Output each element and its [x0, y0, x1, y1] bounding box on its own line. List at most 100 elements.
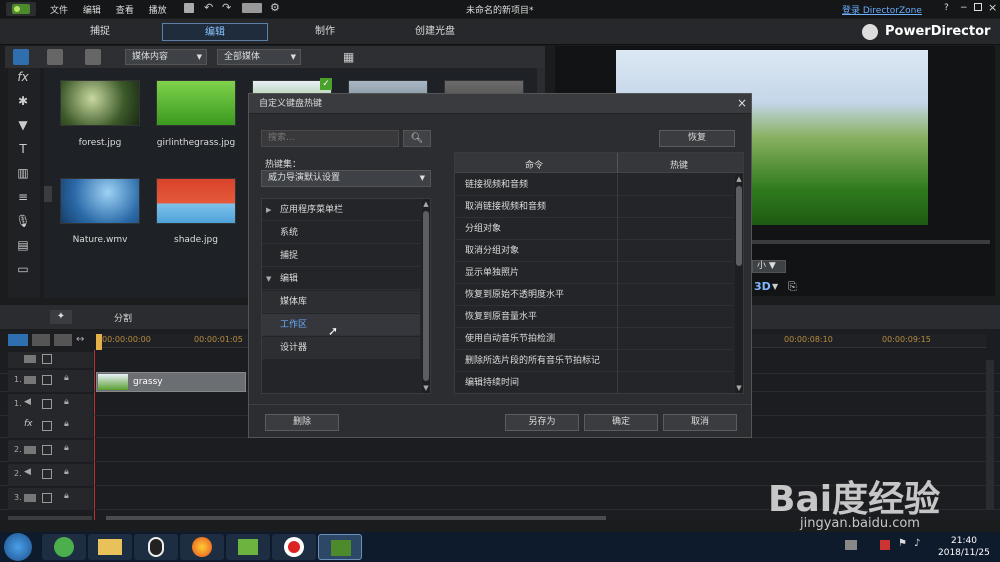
hotkey-cell[interactable] [617, 218, 618, 240]
command-row[interactable]: 取消链接视频和音频 [455, 196, 733, 218]
category-item-selected[interactable]: 工作区 [262, 314, 420, 336]
collapse-handle[interactable] [44, 186, 52, 202]
taskbar-app-360-icon[interactable] [42, 534, 86, 560]
fx-icon[interactable]: fx [14, 70, 32, 86]
subtitle-icon[interactable]: ▭ [14, 262, 32, 278]
thumb-forest[interactable] [60, 80, 140, 126]
tab-create-disc[interactable]: 创建光盘 [395, 23, 475, 41]
hotkey-cell[interactable] [617, 350, 618, 372]
dialog-close-button[interactable]: × [737, 97, 747, 109]
close-button[interactable]: × [988, 1, 997, 14]
command-row[interactable]: 显示单独照片 [455, 262, 733, 284]
lock-icon[interactable]: 🔒︎ [64, 491, 69, 501]
category-item[interactable]: 系统 [262, 222, 420, 244]
thumb-shade[interactable] [156, 178, 236, 224]
category-scrollbar[interactable]: ▲ ▼ [422, 199, 430, 393]
split-button[interactable]: 分割 [114, 311, 132, 324]
thumb-nature[interactable] [60, 178, 140, 224]
command-row[interactable]: 恢复到原始不透明度水平 [455, 284, 733, 306]
search-icon[interactable]: 🔍︎ [403, 130, 431, 147]
3d-mode-button[interactable]: 3D [754, 280, 771, 293]
ok-button[interactable]: 确定 [584, 414, 658, 431]
scroll-up-icon[interactable]: ▲ [422, 200, 430, 208]
scroll-down-icon[interactable]: ▼ [422, 384, 430, 392]
hotkey-cell[interactable] [617, 328, 618, 350]
start-button[interactable] [4, 533, 32, 561]
taskbar-app-icon[interactable] [226, 534, 270, 560]
media-content-dropdown[interactable]: 媒体内容 [125, 49, 207, 65]
title-icon[interactable]: T [14, 142, 32, 158]
chapter-icon[interactable]: ▤ [14, 238, 32, 254]
command-row[interactable]: 恢复到原音量水平 [455, 306, 733, 328]
magic-tools-icon[interactable]: ✦ [50, 310, 72, 324]
scrollbar-thumb[interactable] [736, 186, 742, 266]
command-row[interactable]: 删除所选片段的所有音乐节拍标记 [455, 350, 733, 372]
hotkey-cell[interactable] [617, 372, 618, 394]
track-manager-icon[interactable] [54, 334, 72, 346]
restore-button[interactable]: 恢复 [659, 130, 735, 147]
track-checkbox[interactable] [42, 399, 52, 409]
scroll-down-icon[interactable]: ▼ [735, 384, 743, 392]
delete-button[interactable]: 删除 [265, 414, 339, 431]
playhead[interactable] [96, 334, 102, 350]
scrollbar-thumb[interactable] [423, 211, 429, 381]
taskbar-firefox-icon[interactable] [180, 534, 224, 560]
hotkey-cell[interactable] [617, 196, 618, 218]
grid-view-icon[interactable]: ▦ [343, 50, 354, 64]
undo-icon[interactable]: ↶ [204, 1, 213, 14]
pip-icon[interactable]: ▼ [14, 118, 32, 134]
col-command[interactable]: 命令 [525, 158, 543, 171]
track-checkbox[interactable] [42, 445, 52, 455]
tray-keyboard-icon[interactable] [845, 540, 857, 550]
hotkey-cell[interactable] [617, 262, 618, 284]
hotkey-set-dropdown[interactable]: 威力导演默认设置 ▼ [261, 170, 431, 187]
voice-over-icon[interactable]: 🎙 [14, 214, 32, 230]
category-item[interactable]: ▶ 应用程序菜单栏 [262, 199, 420, 221]
redo-icon[interactable]: ↷ [222, 1, 231, 14]
tray-security-icon[interactable] [880, 540, 890, 550]
timeline-clip[interactable]: grassy [96, 372, 246, 392]
save-icon[interactable] [184, 3, 194, 13]
lock-icon[interactable]: 🔒︎ [64, 419, 69, 429]
taskbar-explorer-icon[interactable] [88, 534, 132, 560]
tab-produce[interactable]: 制作 [285, 23, 365, 41]
snapshot-icon[interactable]: ⎘ [788, 280, 797, 294]
track-checkbox[interactable] [42, 469, 52, 479]
lock-icon[interactable]: 🔒︎ [64, 443, 69, 453]
taskbar-recorder-icon[interactable] [272, 534, 316, 560]
scroll-up-icon[interactable]: ▲ [735, 175, 743, 183]
category-item[interactable]: 捕捉 [262, 245, 420, 267]
menu-play[interactable]: 播放 [149, 6, 167, 16]
track-checkbox[interactable] [42, 354, 52, 364]
track-checkbox[interactable] [42, 375, 52, 385]
menu-edit[interactable]: 编辑 [83, 6, 101, 16]
category-item[interactable]: ▼ 编辑 [262, 268, 420, 290]
menu-view[interactable]: 查看 [116, 6, 134, 16]
preview-size-dropdown[interactable]: 小 ▼ [752, 260, 786, 273]
track-checkbox[interactable] [42, 421, 52, 431]
hotkey-cell[interactable] [617, 284, 618, 306]
resolution-icon[interactable] [242, 3, 262, 13]
tray-volume-icon[interactable]: ♪ [914, 538, 920, 549]
cancel-button[interactable]: 取消 [663, 414, 737, 431]
col-hotkey[interactable]: 热键 [670, 158, 688, 171]
login-link[interactable]: 登录 DirectorZone [842, 3, 922, 16]
category-item[interactable]: 设计器 [262, 337, 420, 359]
tab-edit[interactable]: 编辑 [162, 23, 268, 41]
3d-dropdown-icon[interactable]: ▼ [772, 282, 778, 291]
gear-icon[interactable]: ⚙ [270, 1, 280, 14]
clock-date[interactable]: 2018/11/25 [938, 548, 990, 558]
lock-icon[interactable]: 🔒︎ [64, 397, 69, 407]
track-scrollbar[interactable] [986, 360, 994, 510]
save-as-button[interactable]: 另存为 [505, 414, 579, 431]
minimize-button[interactable]: − [960, 3, 968, 13]
tray-flag-icon[interactable]: ⚑ [898, 538, 907, 549]
import-icon[interactable] [47, 49, 63, 65]
fit-icon[interactable]: ↔ [76, 334, 84, 345]
category-item[interactable]: 媒体库 [262, 291, 420, 313]
timeline-scrollbar[interactable] [106, 516, 606, 520]
command-row[interactable]: 取消分组对象 [455, 240, 733, 262]
particle-icon[interactable]: ✱ [14, 94, 32, 110]
all-media-dropdown[interactable]: 全部媒体 [217, 49, 301, 65]
lock-icon[interactable]: 🔒︎ [64, 373, 69, 383]
